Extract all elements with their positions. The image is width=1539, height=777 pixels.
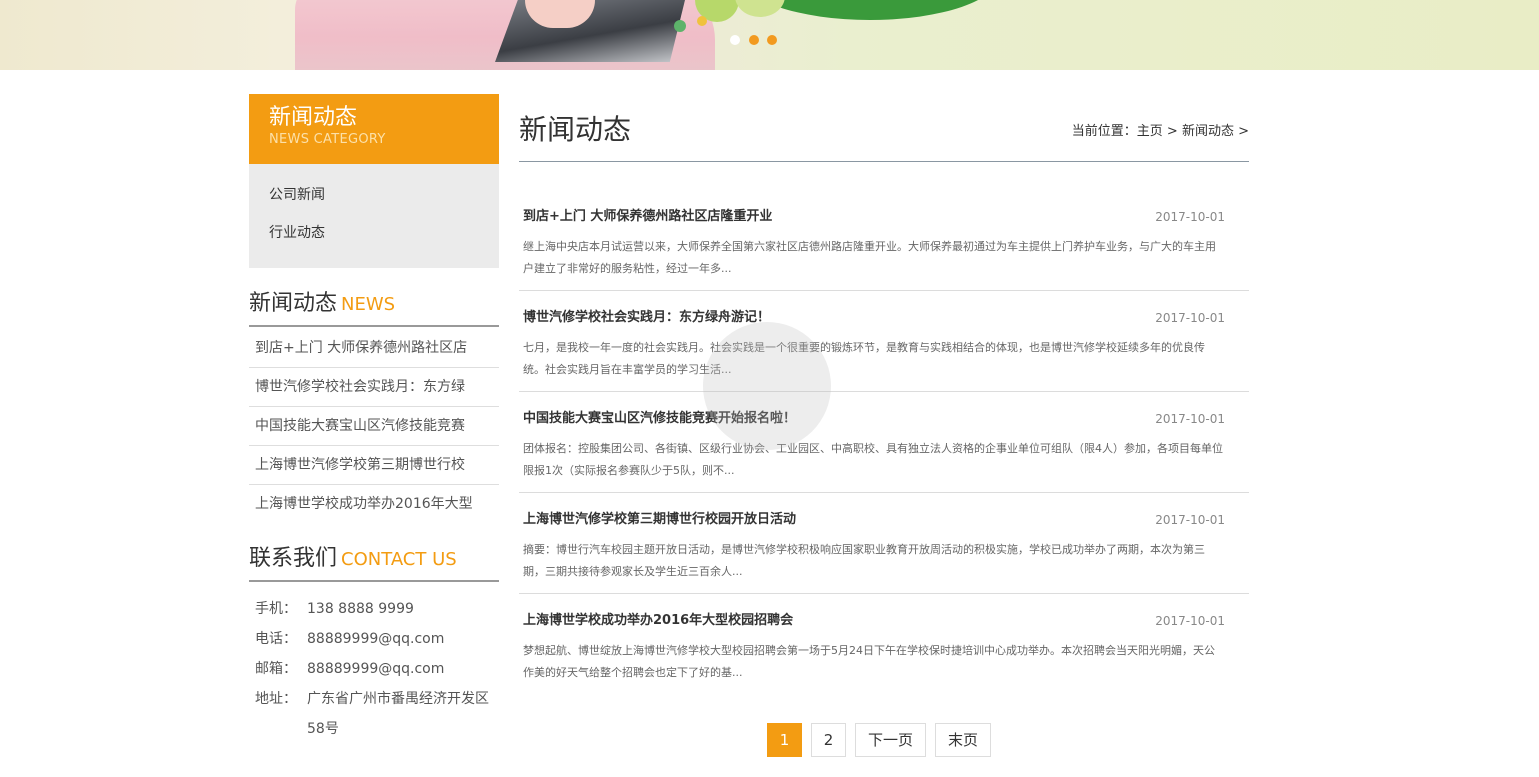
sidebar-news-item[interactable]: 中国技能大赛宝山区汽修技能竞赛 [249, 407, 499, 446]
carousel-dot-2[interactable] [749, 35, 759, 45]
article-title[interactable]: 到店+上门 大师保养德州路社区店隆重开业 [523, 208, 1225, 226]
sidebar-contact-title: 联系我们 [249, 546, 338, 571]
sidebar-news-item[interactable]: 上海博世学校成功举办2016年大型 [249, 485, 499, 524]
article-summary: 继上海中央店本月试运营以来，大师保养全国第六家社区店德州路店隆重开业。大师保养最… [523, 240, 1216, 275]
sidebar-news-title-en: NEWS [341, 294, 396, 315]
sidebar-contact-title-en: CONTACT US [341, 549, 457, 570]
article-date: 2017-10-01 [1155, 513, 1225, 527]
article-summary: 摘要：博世行汽车校园主题开放日活动，是博世汽修学校积极响应国家职业教育开放周活动… [523, 543, 1205, 578]
page-title: 新闻动态 [519, 113, 632, 146]
breadcrumb-separator: > [1233, 124, 1249, 139]
article-item[interactable]: 中国技能大赛宝山区汽修技能竞赛开始报名啦！ 2017-10-01 团体报名：控股… [519, 392, 1249, 493]
contact-mobile-label: 手机： [255, 601, 297, 617]
pagination: 1 2 下一页 末页 [767, 723, 992, 757]
title-divider [519, 161, 1249, 162]
contact-address-row: 地址： 广东省广州市番禺经济开发区58号 [255, 684, 499, 744]
contact-phone-row: 电话： 88889999@qq.com [255, 624, 499, 654]
breadcrumb-current-link[interactable]: 新闻动态 [1182, 124, 1234, 139]
sidebar-contact-heading: 联系我们 CONTACT US [249, 540, 499, 582]
next-page-button[interactable]: 下一页 [855, 723, 927, 757]
article-summary: 团体报名：控股集团公司、各街镇、区级行业协会、工业园区、中高职校、具有独立法人资… [523, 442, 1223, 477]
page-1-button[interactable]: 1 [767, 723, 802, 757]
article-item[interactable]: 到店+上门 大师保养德州路社区店隆重开业 2017-10-01 继上海中央店本月… [519, 190, 1249, 291]
article-date: 2017-10-01 [1155, 614, 1225, 628]
contact-phone-label: 电话： [255, 631, 297, 647]
breadcrumb-prefix: 当前位置： [1071, 124, 1137, 139]
last-page-button[interactable]: 末页 [935, 723, 992, 757]
article-date: 2017-10-01 [1155, 311, 1225, 325]
contact-mobile-row: 手机： 138 8888 9999 [255, 594, 499, 624]
article-title[interactable]: 中国技能大赛宝山区汽修技能竞赛开始报名啦！ [523, 410, 1225, 428]
sidebar-news-item[interactable]: 到店+上门 大师保养德州路社区店 [249, 329, 499, 368]
contact-info: 手机： 138 8888 9999 电话： 88889999@qq.com 邮箱… [255, 594, 499, 744]
banner-bubble [674, 20, 686, 32]
contact-email-label: 邮箱： [255, 661, 297, 677]
contact-address-label: 地址： [255, 691, 297, 707]
article-item[interactable]: 上海博世汽修学校第三期博世行校园开放日活动 2017-10-01 摘要：博世行汽… [519, 493, 1249, 594]
article-item[interactable]: 博世汽修学校社会实践月：东方绿舟游记！ 2017-10-01 七月，是我校一年一… [519, 291, 1249, 392]
sidebar-news-item[interactable]: 博世汽修学校社会实践月：东方绿 [249, 368, 499, 407]
article-title[interactable]: 博世汽修学校社会实践月：东方绿舟游记！ [523, 309, 1225, 327]
breadcrumb-separator: > [1162, 124, 1182, 139]
article-list: 到店+上门 大师保养德州路社区店隆重开业 2017-10-01 继上海中央店本月… [519, 190, 1249, 695]
category-menu: 公司新闻 行业动态 [249, 164, 499, 268]
contact-email-value: 88889999@qq.com [307, 661, 445, 677]
top-banner [0, 0, 1539, 70]
contact-phone-value: 88889999@qq.com [307, 631, 445, 647]
contact-address-value: 广东省广州市番禺经济开发区58号 [307, 691, 489, 737]
sidebar-news-list: 到店+上门 大师保养德州路社区店 博世汽修学校社会实践月：东方绿 中国技能大赛宝… [249, 329, 499, 524]
breadcrumb-home-link[interactable]: 主页 [1137, 124, 1163, 139]
page-2-button[interactable]: 2 [811, 723, 846, 757]
category-header: 新闻动态 NEWS CATEGORY [249, 94, 499, 164]
contact-mobile-value: 138 8888 9999 [307, 601, 414, 617]
sidebar-news-item[interactable]: 上海博世汽修学校第三期博世行校 [249, 446, 499, 485]
article-item[interactable]: 上海博世学校成功举办2016年大型校园招聘会 2017-10-01 梦想起航、博… [519, 594, 1249, 695]
category-item-industry-news[interactable]: 行业动态 [269, 214, 479, 252]
article-date: 2017-10-01 [1155, 412, 1225, 426]
category-title: 新闻动态 [269, 105, 358, 130]
breadcrumb: 当前位置：主页 > 新闻动态 > [1072, 120, 1249, 139]
carousel-dot-1[interactable] [730, 35, 740, 45]
contact-email-row: 邮箱： 88889999@qq.com [255, 654, 499, 684]
category-item-company-news[interactable]: 公司新闻 [269, 176, 479, 214]
article-summary: 七月，是我校一年一度的社会实践月。社会实践是一个很重要的锻炼环节，是教育与实践相… [523, 341, 1205, 376]
article-summary: 梦想起航、博世绽放上海博世汽修学校大型校园招聘会第一场于5月24日下午在学校保时… [523, 644, 1215, 679]
article-title[interactable]: 上海博世学校成功举办2016年大型校园招聘会 [523, 612, 1225, 630]
article-date: 2017-10-01 [1155, 210, 1225, 224]
banner-bubble [735, 0, 785, 17]
category-subtitle: NEWS CATEGORY [269, 132, 386, 147]
sidebar-news-heading: 新闻动态 NEWS [249, 285, 499, 327]
carousel-dot-3[interactable] [767, 35, 777, 45]
sidebar-news-title: 新闻动态 [249, 291, 338, 316]
banner-bubble [697, 16, 707, 26]
article-title[interactable]: 上海博世汽修学校第三期博世行校园开放日活动 [523, 511, 1225, 529]
